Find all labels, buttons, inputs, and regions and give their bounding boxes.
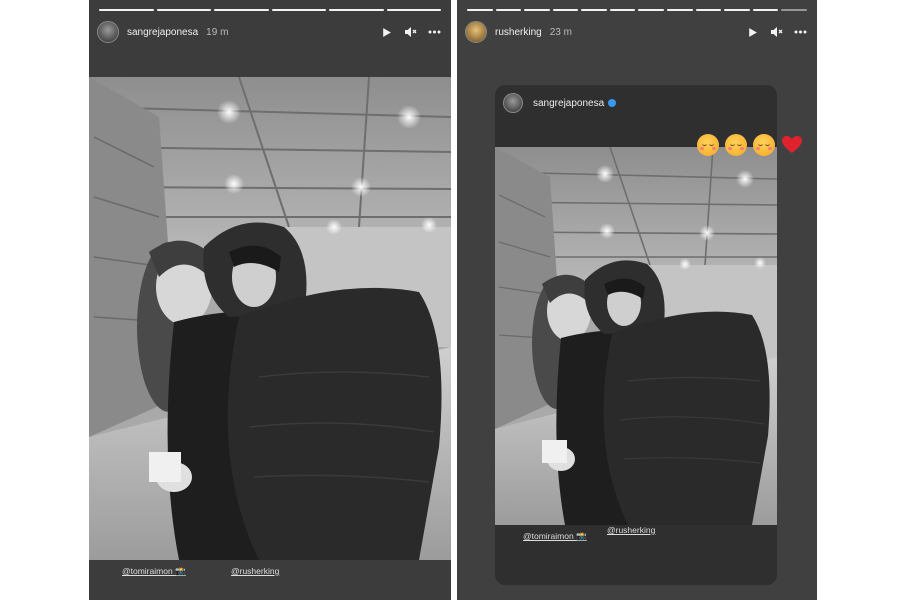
play-icon[interactable]	[379, 25, 393, 39]
red-heart-icon	[781, 134, 803, 156]
more-icon[interactable]	[427, 25, 441, 39]
shared-post-header: sangrejaponesa	[503, 92, 617, 114]
progress-segment	[581, 9, 607, 11]
more-icon[interactable]	[793, 25, 807, 39]
mention-tag[interactable]: @rusherking	[607, 525, 655, 535]
progress-segment	[495, 9, 522, 11]
avatar[interactable]	[97, 21, 119, 43]
progress-segment	[781, 9, 807, 11]
progress-segment	[667, 9, 693, 11]
progress-segment	[752, 9, 779, 11]
mute-icon[interactable]	[403, 25, 417, 39]
progress-segment	[271, 9, 326, 11]
avatar[interactable]	[503, 93, 523, 113]
play-icon[interactable]	[745, 25, 759, 39]
smiling-face-with-hearts-icon	[697, 134, 719, 156]
mention-tag[interactable]: @tomiraimon 📸	[523, 531, 587, 542]
verified-badge-icon	[608, 99, 617, 107]
progress-segment	[524, 9, 550, 11]
progress-segment	[638, 9, 665, 11]
story-left[interactable]: sangrejaponesa 19 m @tomiraimon 📸 @rushe…	[89, 0, 451, 600]
progress-segment	[386, 9, 441, 11]
story-photo	[89, 77, 451, 560]
progress-segment	[156, 9, 211, 11]
emoji-sticker-row	[697, 134, 803, 156]
progress-segment	[99, 9, 154, 11]
shared-post-card[interactable]: sangrejaponesa @tomiraimon 📸 @rusherking	[495, 85, 777, 585]
smiling-face-with-hearts-icon	[725, 134, 747, 156]
username[interactable]: rusherking	[495, 27, 542, 38]
progress-segment	[214, 9, 269, 11]
username[interactable]: sangrejaponesa	[127, 27, 198, 38]
smiling-face-with-hearts-icon	[753, 134, 775, 156]
story-header: rusherking 23 m	[465, 20, 807, 44]
progress-segment	[724, 9, 750, 11]
mention-tag[interactable]: @rusherking	[231, 566, 279, 576]
progress-bar	[467, 9, 807, 11]
timestamp: 23 m	[549, 26, 572, 38]
progress-bar	[99, 9, 441, 11]
progress-segment	[329, 9, 384, 11]
progress-segment	[467, 9, 493, 11]
timestamp: 19 m	[206, 26, 229, 38]
avatar[interactable]	[465, 21, 487, 43]
story-right[interactable]: rusherking 23 m sangrejaponesa @tomiraim…	[457, 0, 817, 600]
mention-tag[interactable]: @tomiraimon 📸	[122, 566, 186, 577]
progress-segment	[609, 9, 636, 11]
progress-segment	[695, 9, 722, 11]
story-header: sangrejaponesa 19 m	[97, 20, 441, 44]
progress-segment	[552, 9, 579, 11]
mute-icon[interactable]	[769, 25, 783, 39]
username[interactable]: sangrejaponesa	[533, 98, 604, 109]
shared-post-photo	[495, 147, 777, 525]
